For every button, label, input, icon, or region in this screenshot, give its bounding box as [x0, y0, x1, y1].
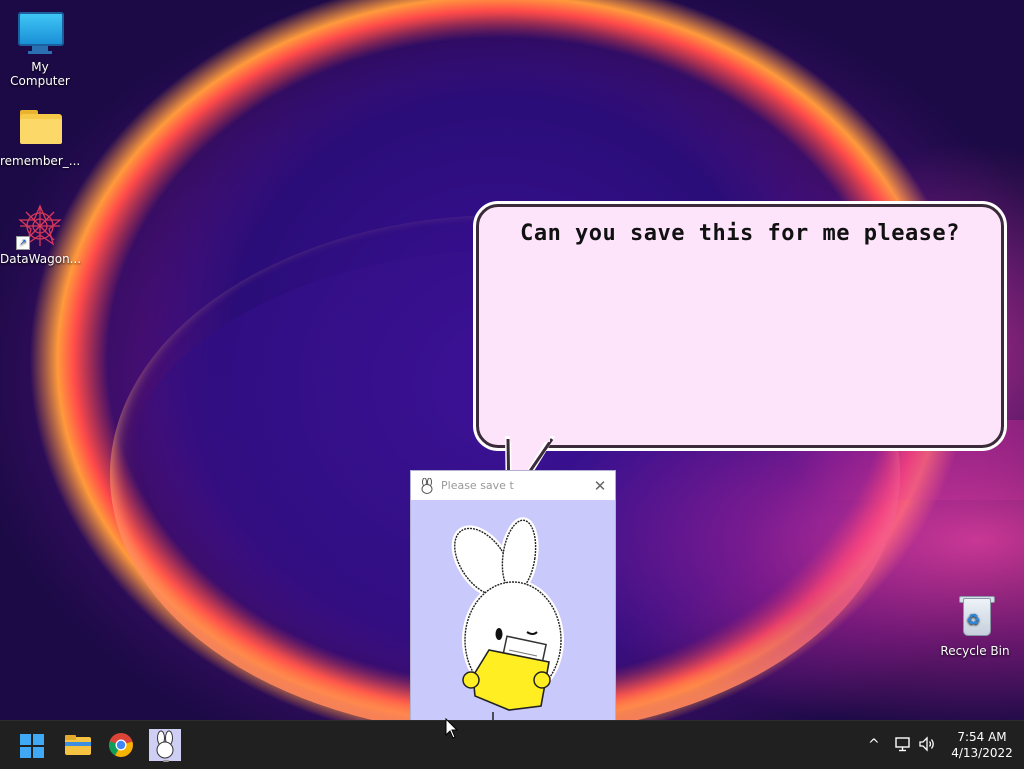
close-button[interactable]: ✕ [585, 477, 615, 495]
bunny-app-icon [421, 477, 433, 494]
monitor-icon [18, 12, 64, 56]
network-icon[interactable] [894, 735, 912, 753]
datawagon-app-icon: ↗ [16, 204, 62, 250]
chrome-icon[interactable] [105, 729, 137, 761]
speech-bubble-text: Can you save this for me please? [520, 221, 960, 246]
desktop-icon-label: Recycle Bin [940, 644, 1010, 658]
clock-date: 4/13/2022 [951, 746, 1013, 760]
volume-icon[interactable] [918, 735, 936, 753]
folder-icon [18, 106, 62, 150]
bunny-app-window[interactable]: Please save t ✕ [410, 470, 616, 722]
active-app-indicator [163, 760, 169, 762]
desktop-icon-my-computer[interactable]: My Computer [0, 8, 80, 88]
mouse-cursor-icon [445, 718, 459, 739]
show-hidden-icons-chevron-icon[interactable]: ^ [868, 737, 880, 753]
taskbar: ^ 7:54 AM 4/13/2022 [0, 720, 1024, 769]
window-title: Please save t [441, 479, 514, 492]
speech-bubble: Can you save this for me please? [476, 204, 1004, 448]
shortcut-arrow-icon: ↗ [16, 236, 30, 250]
recycle-bin-icon: ♻ [953, 596, 997, 640]
window-title-bar[interactable]: Please save t ✕ [411, 471, 615, 500]
clock-time: 7:54 AM [957, 730, 1007, 744]
desktop-icon-label: remember_... [0, 154, 81, 168]
bunny-holding-folder-illustration [451, 517, 564, 722]
bunny-app-icon[interactable] [149, 729, 181, 761]
desktop-icon-remember-folder[interactable]: remember_... [0, 106, 80, 168]
windows-start-icon[interactable] [20, 734, 44, 758]
desktop-icon-recycle-bin[interactable]: ♻ Recycle Bin [935, 596, 1015, 658]
desktop-icon-label: DataWagon... [0, 252, 82, 266]
file-explorer-icon[interactable] [62, 729, 94, 761]
desktop-icon-label: My Computer [10, 60, 70, 88]
desktop-icon-datawagon[interactable]: ↗ DataWagon... [0, 204, 82, 266]
system-clock[interactable]: 7:54 AM 4/13/2022 [944, 729, 1020, 761]
